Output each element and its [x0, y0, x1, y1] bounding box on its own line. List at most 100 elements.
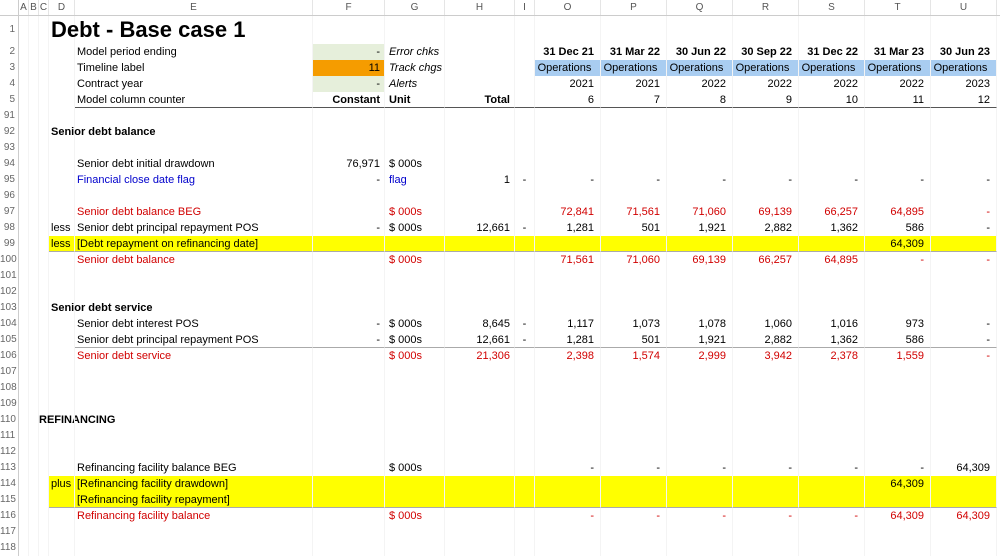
row-112[interactable]: 112	[0, 444, 1000, 460]
col-T[interactable]: T	[865, 0, 931, 15]
cell	[601, 476, 667, 492]
cell: -	[601, 460, 667, 476]
col-S[interactable]: S	[799, 0, 865, 15]
cell	[733, 236, 799, 252]
label: Refinancing facility balance	[75, 508, 313, 524]
col-A[interactable]: A	[19, 0, 29, 15]
row-97[interactable]: 97 Senior debt balance BEG $ 000s 72,841…	[0, 204, 1000, 220]
row-95[interactable]: 95 Financial close date flag - flag 1 - …	[0, 172, 1000, 188]
cell: 1	[445, 172, 515, 188]
col-E[interactable]: E	[75, 0, 313, 15]
row-104[interactable]: 104 Senior debt interest POS - $ 000s 8,…	[0, 316, 1000, 332]
row-2[interactable]: 2 Model period ending - Error chks 31 De…	[0, 44, 1000, 60]
section-heading: Senior debt balance	[49, 124, 75, 140]
row-108[interactable]: 108	[0, 380, 1000, 396]
cell: Total	[445, 92, 515, 108]
cell: -	[313, 220, 385, 236]
cell: -	[931, 172, 997, 188]
cell: 501	[601, 220, 667, 236]
label: Senior debt principal repayment POS	[75, 220, 313, 236]
prefix: less	[49, 236, 75, 252]
cell: Track chgs	[385, 60, 445, 76]
col-U[interactable]: U	[931, 0, 997, 15]
cell: 2,378	[799, 348, 865, 364]
label: Senior debt service	[75, 348, 313, 364]
row-92[interactable]: 92 Senior debt balance	[0, 124, 1000, 140]
row-106[interactable]: 106 Senior debt service $ 000s 21,306 2,…	[0, 348, 1000, 364]
cell[interactable]: 11	[313, 60, 385, 76]
col-F[interactable]: F	[313, 0, 385, 15]
row-109[interactable]: 109	[0, 396, 1000, 412]
row-100[interactable]: 100 Senior debt balance $ 000s 71,561 71…	[0, 252, 1000, 268]
row-5[interactable]: 5 Model column counter Constant Unit Tot…	[0, 92, 1000, 108]
cell: 1,060	[733, 316, 799, 332]
row-3[interactable]: 3 Timeline label 11 Track chgs Operation…	[0, 60, 1000, 76]
row-101[interactable]: 101	[0, 268, 1000, 284]
row-110[interactable]: 110 REFINANCING	[0, 412, 1000, 428]
cell: 11	[865, 92, 931, 108]
row-93[interactable]: 93	[0, 140, 1000, 156]
row-105[interactable]: 105 Senior debt principal repayment POS …	[0, 332, 1000, 348]
row-98[interactable]: 98 less Senior debt principal repayment …	[0, 220, 1000, 236]
cell: -	[667, 460, 733, 476]
col-D[interactable]: D	[49, 0, 75, 15]
cell: 8,645	[445, 316, 515, 332]
column-headers: A B C D E F G H I O P Q R S T U	[0, 0, 1000, 16]
col-C[interactable]: C	[39, 0, 49, 15]
cell: 1,078	[667, 316, 733, 332]
cell: -	[931, 204, 997, 220]
cell: 21,306	[445, 348, 515, 364]
row-113[interactable]: 113 Refinancing facility balance BEG $ 0…	[0, 460, 1000, 476]
row-1[interactable]: 1 Debt - Base case 1	[0, 16, 1000, 44]
row-99[interactable]: 99 less [Debt repayment on refinancing d…	[0, 236, 1000, 252]
cell: 72,841	[535, 204, 601, 220]
row-103[interactable]: 103 Senior debt service	[0, 300, 1000, 316]
row-111[interactable]: 111	[0, 428, 1000, 444]
row-91[interactable]: 91	[0, 108, 1000, 124]
cell: 69,139	[667, 252, 733, 268]
col-B[interactable]: B	[29, 0, 39, 15]
row-94[interactable]: 94 Senior debt initial drawdown 76,971 $…	[0, 156, 1000, 172]
col-P[interactable]: P	[601, 0, 667, 15]
label: Model period ending	[75, 44, 313, 60]
cell: 64,309	[865, 476, 931, 492]
row-118[interactable]: 118	[0, 540, 1000, 556]
label: [Refinancing facility repayment]	[75, 492, 313, 508]
col-I[interactable]: I	[515, 0, 535, 15]
cell: 64,309	[865, 508, 931, 524]
row-114[interactable]: 114 plus [Refinancing facility drawdown]…	[0, 476, 1000, 492]
col-O[interactable]: O	[535, 0, 601, 15]
label: Model column counter	[75, 92, 313, 108]
cell: -	[667, 172, 733, 188]
col-H[interactable]: H	[445, 0, 515, 15]
cell: 71,561	[535, 252, 601, 268]
cell: 2022	[733, 76, 799, 92]
col-Q[interactable]: Q	[667, 0, 733, 15]
col-G[interactable]: G	[385, 0, 445, 15]
cell[interactable]: -	[313, 44, 385, 60]
label: Contract year	[75, 76, 313, 92]
cell: 10	[799, 92, 865, 108]
cell: $ 000s	[385, 316, 445, 332]
row-4[interactable]: 4 Contract year - Alerts 2021 2021 2022 …	[0, 76, 1000, 92]
row-115[interactable]: 115 [Refinancing facility repayment]	[0, 492, 1000, 508]
label: Senior debt balance	[75, 252, 313, 268]
cell: 31 Mar 23	[865, 44, 931, 60]
cell: -	[313, 332, 385, 348]
label: Timeline label	[75, 60, 313, 76]
spreadsheet[interactable]: A B C D E F G H I O P Q R S T U 1 Debt -…	[0, 0, 1000, 556]
col-R[interactable]: R	[733, 0, 799, 15]
label: Senior debt principal repayment POS	[75, 332, 313, 348]
row-116[interactable]: 116 Refinancing facility balance $ 000s …	[0, 508, 1000, 524]
row-102[interactable]: 102	[0, 284, 1000, 300]
cell[interactable]: -	[313, 76, 385, 92]
row-117[interactable]: 117	[0, 524, 1000, 540]
cell: -	[601, 172, 667, 188]
cell: 71,561	[601, 204, 667, 220]
cell: 9	[733, 92, 799, 108]
cell: 64,895	[865, 204, 931, 220]
row-96[interactable]: 96	[0, 188, 1000, 204]
row-107[interactable]: 107	[0, 364, 1000, 380]
cell	[667, 476, 733, 492]
label: Refinancing facility balance BEG	[75, 460, 313, 476]
